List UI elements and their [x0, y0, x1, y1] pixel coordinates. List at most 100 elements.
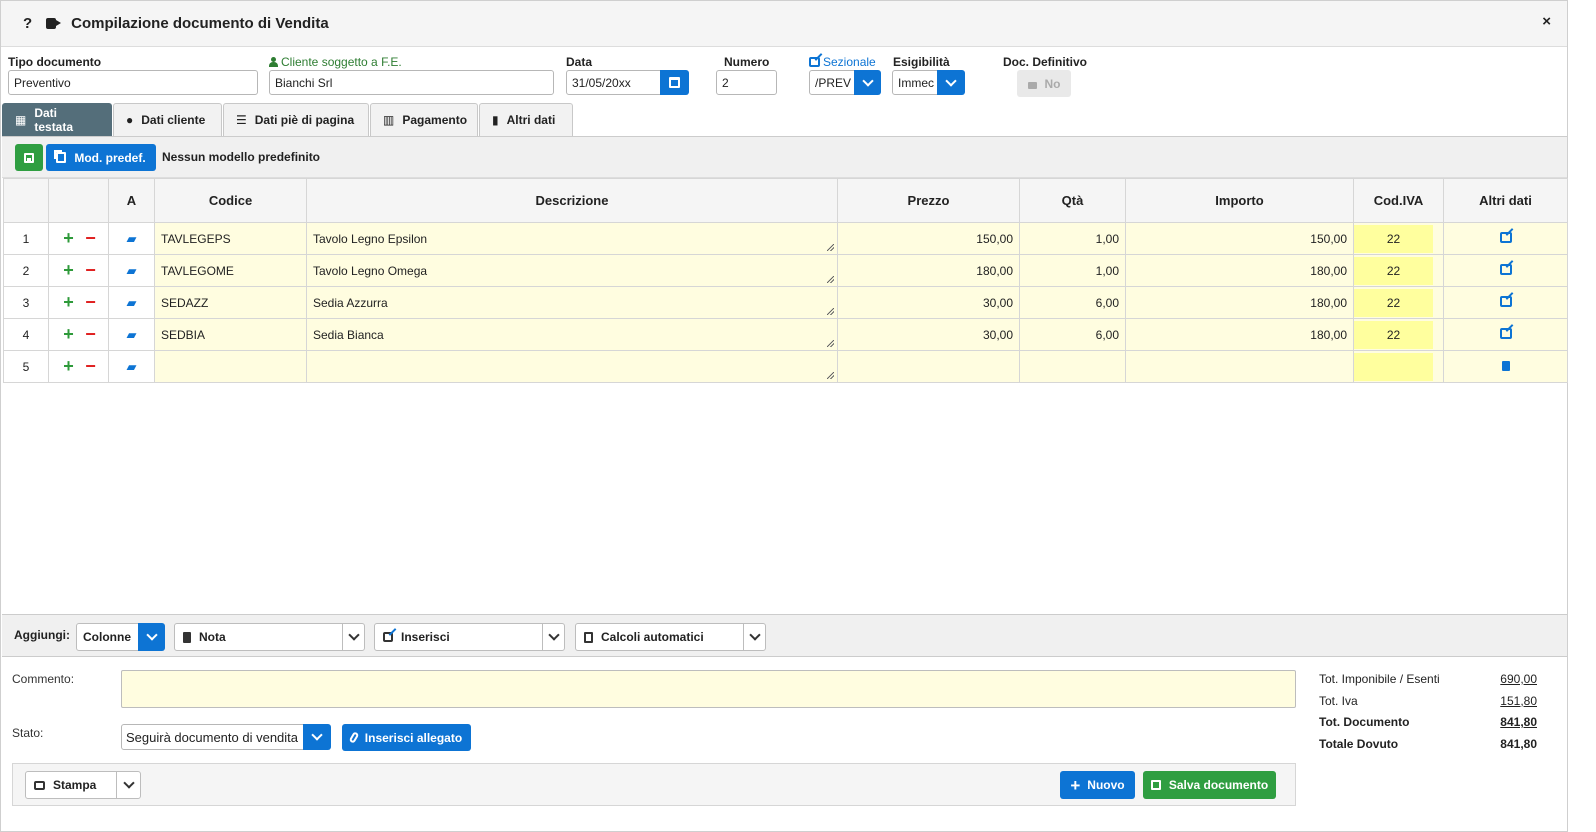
- salva-documento-button[interactable]: Salva documento: [1143, 771, 1276, 799]
- stampa-caret[interactable]: [116, 772, 140, 798]
- sezionale-label[interactable]: Sezionale: [809, 55, 876, 69]
- calcoli-dropdown[interactable]: Calcoli automatici: [575, 623, 766, 651]
- remove-row-icon[interactable]: −: [81, 228, 101, 249]
- cod-iva-cell[interactable]: 22: [1353, 254, 1444, 287]
- remove-row-icon[interactable]: −: [81, 324, 101, 345]
- cod-iva-value[interactable]: 22: [1354, 320, 1433, 349]
- cod-iva-value[interactable]: [1354, 352, 1433, 381]
- qta-cell[interactable]: 1,00: [1019, 254, 1126, 287]
- edit-icon[interactable]: [1499, 263, 1512, 275]
- video-camera-icon[interactable]: [46, 18, 62, 29]
- nuovo-button[interactable]: + Nuovo: [1060, 771, 1135, 799]
- col-header-cod-iva[interactable]: Cod.IVA: [1353, 178, 1444, 223]
- table-row[interactable]: 4 + − ▰ SEDBIA Sedia Bianca 30,00 6,00 18…: [3, 318, 1568, 351]
- cod-iva-cell[interactable]: 22: [1353, 318, 1444, 351]
- resize-handle-icon[interactable]: [827, 340, 834, 347]
- cliente-input[interactable]: Bianchi Srl: [269, 70, 554, 95]
- col-header-importo[interactable]: Importo: [1125, 178, 1354, 223]
- add-row-icon[interactable]: +: [57, 324, 81, 345]
- prezzo-cell[interactable]: 30,00: [837, 286, 1020, 319]
- table-row[interactable]: 1 + − ▰ TAVLEGEPS Tavolo Legno Epsilon 15…: [3, 222, 1568, 255]
- cliente-label[interactable]: Cliente soggetto a F.E.: [269, 55, 402, 69]
- resize-handle-icon[interactable]: [827, 372, 834, 379]
- tab-dati-cliente[interactable]: ● Dati cliente: [113, 103, 222, 136]
- codice-cell[interactable]: [154, 350, 307, 383]
- article-cell[interactable]: ▰: [108, 222, 155, 255]
- add-row-icon[interactable]: +: [57, 356, 81, 377]
- inserisci-dropdown[interactable]: Inserisci: [374, 623, 565, 651]
- tab-dati-testata[interactable]: ▦ Dati testata: [2, 103, 112, 136]
- remove-row-icon[interactable]: −: [81, 292, 101, 313]
- article-cell[interactable]: ▰: [108, 318, 155, 351]
- total-value[interactable]: 690,00: [1500, 672, 1537, 686]
- descrizione-cell[interactable]: Sedia Bianca: [306, 318, 838, 351]
- cod-iva-cell[interactable]: 22: [1353, 222, 1444, 255]
- edit-icon[interactable]: [1499, 231, 1512, 243]
- codice-cell[interactable]: SEDAZZ: [154, 286, 307, 319]
- remove-row-icon[interactable]: −: [81, 356, 101, 377]
- col-header-qta[interactable]: Qtà: [1019, 178, 1126, 223]
- cod-iva-value[interactable]: 22: [1354, 288, 1433, 317]
- altri-dati-cell[interactable]: [1443, 286, 1568, 319]
- remove-row-icon[interactable]: −: [81, 260, 101, 281]
- descrizione-cell[interactable]: Sedia Azzurra: [306, 286, 838, 319]
- total-value[interactable]: 841,80: [1500, 715, 1537, 729]
- stato-dropdown-button[interactable]: [303, 724, 331, 750]
- box-icon[interactable]: ▰: [127, 263, 137, 278]
- codice-cell[interactable]: TAVLEGOME: [154, 254, 307, 287]
- prezzo-cell[interactable]: [837, 350, 1020, 383]
- resize-handle-icon[interactable]: [827, 244, 834, 251]
- save-model-button[interactable]: [15, 144, 43, 171]
- add-row-icon[interactable]: +: [57, 292, 81, 313]
- numero-input[interactable]: 2: [716, 70, 777, 95]
- inserisci-caret[interactable]: [542, 624, 564, 650]
- col-header-codice[interactable]: Codice: [154, 178, 307, 223]
- nota-caret[interactable]: [342, 624, 364, 650]
- codice-cell[interactable]: SEDBIA: [154, 318, 307, 351]
- article-cell[interactable]: ▰: [108, 254, 155, 287]
- col-header-descrizione[interactable]: Descrizione: [306, 178, 838, 223]
- qta-cell[interactable]: [1019, 350, 1126, 383]
- total-value[interactable]: 151,80: [1500, 694, 1537, 708]
- cod-iva-value[interactable]: 22: [1354, 256, 1433, 285]
- tab-dati-pie-di-pagina[interactable]: ☰ Dati piè di pagina: [223, 103, 369, 136]
- esigibilita-select[interactable]: Immec: [892, 70, 940, 95]
- resize-handle-icon[interactable]: [827, 308, 834, 315]
- table-row[interactable]: 2 + − ▰ TAVLEGOME Tavolo Legno Omega 180,…: [3, 254, 1568, 287]
- edit-icon[interactable]: [1499, 327, 1512, 339]
- col-header-altri-dati[interactable]: Altri dati: [1443, 178, 1568, 223]
- qta-cell[interactable]: 6,00: [1019, 318, 1126, 351]
- col-header-a[interactable]: A: [108, 178, 155, 223]
- mod-predef-button[interactable]: Mod. predef.: [46, 144, 156, 171]
- tipo-documento-input[interactable]: Preventivo: [8, 70, 258, 95]
- calcoli-caret[interactable]: [743, 624, 765, 650]
- descrizione-cell[interactable]: Tavolo Legno Epsilon: [306, 222, 838, 255]
- tab-altri-dati[interactable]: ▮ Altri dati: [479, 103, 573, 136]
- sezionale-select[interactable]: /PREV: [809, 70, 857, 95]
- article-cell[interactable]: ▰: [108, 350, 155, 383]
- file-icon[interactable]: [1501, 360, 1510, 371]
- sezionale-dropdown-button[interactable]: [854, 70, 881, 95]
- edit-icon[interactable]: [1499, 295, 1512, 307]
- nota-dropdown[interactable]: Nota: [174, 623, 365, 651]
- altri-dati-cell[interactable]: [1443, 350, 1568, 383]
- table-row[interactable]: 5 + − ▰: [3, 350, 1568, 383]
- colonne-select[interactable]: Colonne: [76, 623, 139, 651]
- box-icon[interactable]: ▰: [127, 359, 137, 374]
- stampa-button[interactable]: Stampa: [25, 771, 141, 799]
- codice-cell[interactable]: TAVLEGEPS: [154, 222, 307, 255]
- prezzo-cell[interactable]: 30,00: [837, 318, 1020, 351]
- add-row-icon[interactable]: +: [57, 260, 81, 281]
- cod-iva-cell[interactable]: 22: [1353, 286, 1444, 319]
- resize-handle-icon[interactable]: [827, 276, 834, 283]
- colonne-dropdown-button[interactable]: [138, 623, 165, 651]
- altri-dati-cell[interactable]: [1443, 222, 1568, 255]
- qta-cell[interactable]: 6,00: [1019, 286, 1126, 319]
- cod-iva-cell[interactable]: [1353, 350, 1444, 383]
- table-row[interactable]: 3 + − ▰ SEDAZZ Sedia Azzurra 30,00 6,00 1…: [3, 286, 1568, 319]
- descrizione-cell[interactable]: [306, 350, 838, 383]
- help-icon[interactable]: ?: [23, 15, 32, 32]
- altri-dati-cell[interactable]: [1443, 318, 1568, 351]
- inserisci-allegato-button[interactable]: Inserisci allegato: [342, 724, 471, 751]
- box-icon[interactable]: ▰: [127, 327, 137, 342]
